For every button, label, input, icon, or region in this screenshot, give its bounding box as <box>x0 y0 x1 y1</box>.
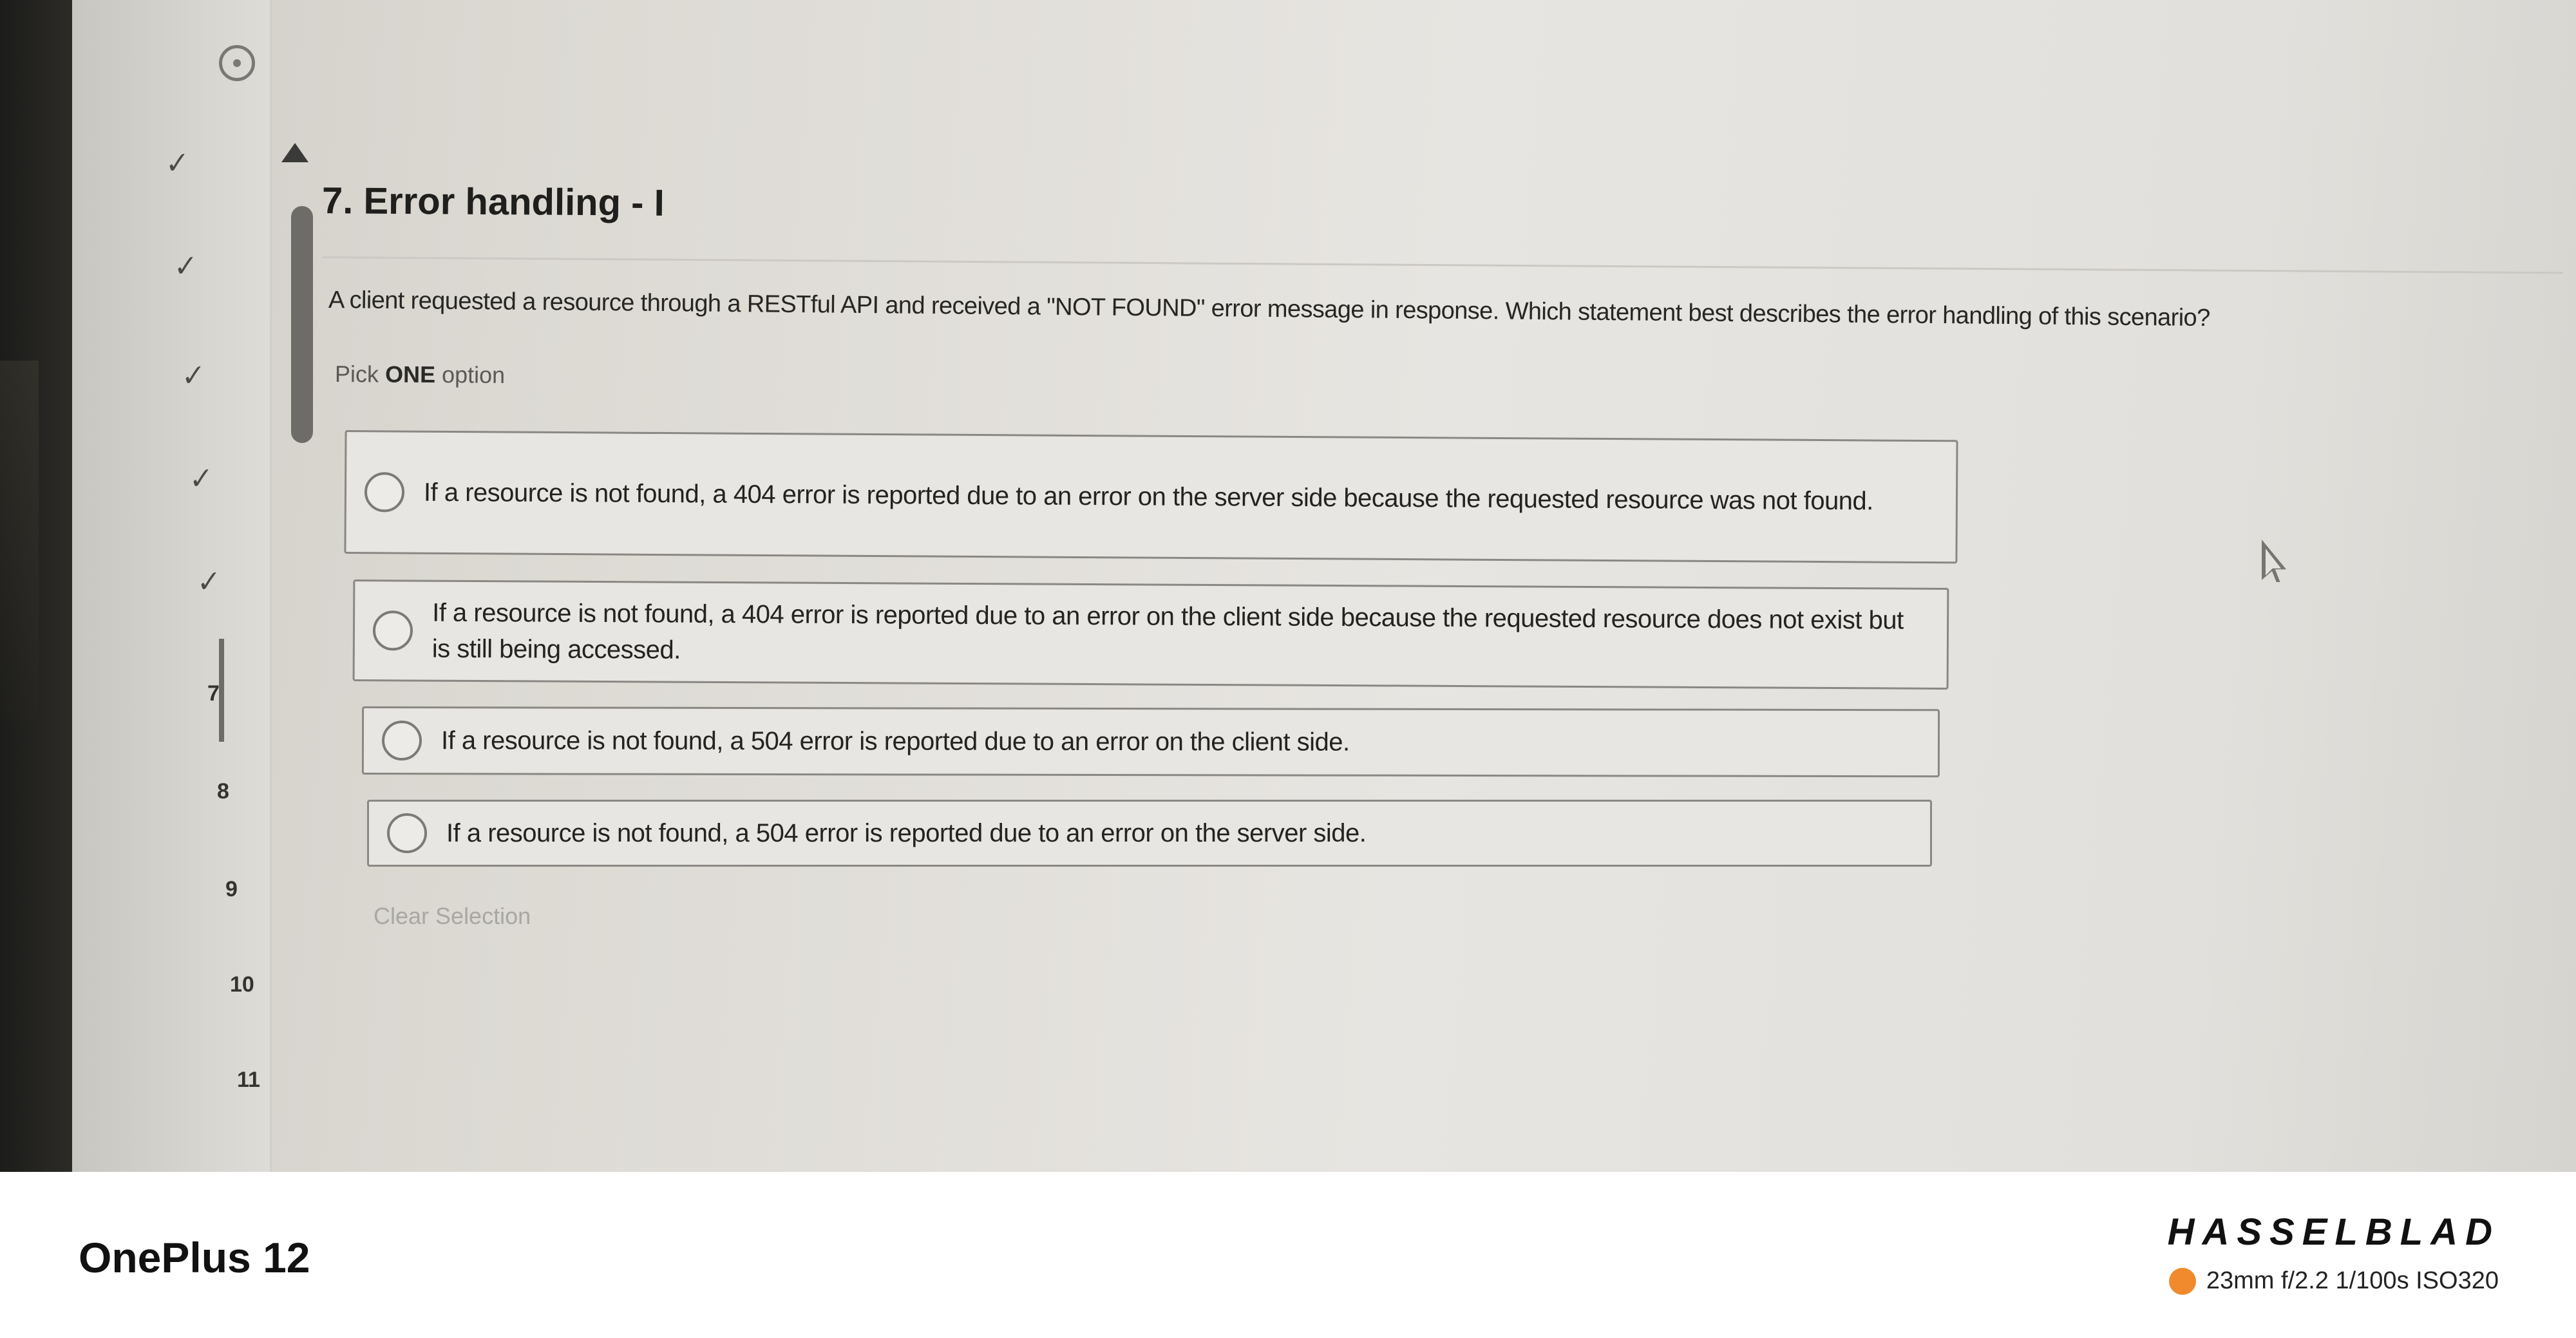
pick-count: ONE <box>384 361 436 388</box>
option-label: If a resource is not found, a 404 error … <box>431 598 1904 664</box>
check-icon: ✓ <box>189 460 213 497</box>
answer-option-1[interactable]: If a resource is not found, a 404 error … <box>344 430 1958 564</box>
nav-question-10[interactable]: 10 <box>230 972 254 997</box>
radio-button[interactable] <box>381 721 422 761</box>
question-text: A client requested a resource through a … <box>328 287 2210 332</box>
answer-option-3[interactable]: If a resource is not found, a 504 error … <box>361 706 1940 778</box>
option-label: If a resource is not found, a 504 error … <box>446 819 1367 847</box>
nav-question-11[interactable]: 11 <box>237 1068 260 1093</box>
check-icon: ✓ <box>197 563 221 600</box>
question-navigator: ✓ ✓ ✓ ✓ ✓ 7 8 9 10 11 <box>72 0 313 1172</box>
nav-question-9[interactable]: 9 <box>225 877 238 902</box>
check-icon: ✓ <box>182 357 205 394</box>
nav-question-7[interactable]: 7 <box>207 681 220 706</box>
camera-watermark: OnePlus 12 HASSELBLAD 23mm f/2.2 1/100s … <box>0 1172 2576 1338</box>
radio-button[interactable] <box>372 610 413 651</box>
option-label: If a resource is not found, a 504 error … <box>440 726 1350 757</box>
radio-button[interactable] <box>387 813 427 853</box>
camera-brand: HASSELBLAD <box>2167 1211 2500 1253</box>
pick-instruction: Pick ONE option <box>335 361 505 389</box>
orange-dot-icon <box>2168 1267 2196 1295</box>
exif-info: 23mm f/2.2 1/100s ISO320 <box>2168 1267 2499 1295</box>
photo-area: ✓ ✓ ✓ ✓ ✓ 7 8 9 10 11 7. Error handling … <box>0 0 2576 1172</box>
radio-button[interactable] <box>364 472 405 513</box>
check-icon: ✓ <box>166 145 189 182</box>
answer-option-4[interactable]: If a resource is not found, a 504 error … <box>367 800 1932 867</box>
exif-text: 23mm f/2.2 1/100s ISO320 <box>2206 1267 2499 1294</box>
pick-suffix: option <box>441 361 506 388</box>
check-icon: ✓ <box>174 248 198 285</box>
title-divider <box>321 256 2563 274</box>
answer-option-2[interactable]: If a resource is not found, a 404 error … <box>352 579 1949 690</box>
info-circle-icon[interactable] <box>219 45 255 81</box>
clear-selection-link[interactable]: Clear Selection <box>374 903 531 930</box>
device-name: OnePlus 12 <box>79 1234 310 1281</box>
pick-prefix: Pick <box>334 361 379 388</box>
question-title: 7. Error handling - I <box>321 180 665 224</box>
option-label: If a resource is not found, a 404 error … <box>423 478 1874 516</box>
active-question-indicator <box>219 639 224 742</box>
question-panel: 7. Error handling - I A client requested… <box>277 0 2576 1172</box>
nav-question-8[interactable]: 8 <box>217 779 229 804</box>
